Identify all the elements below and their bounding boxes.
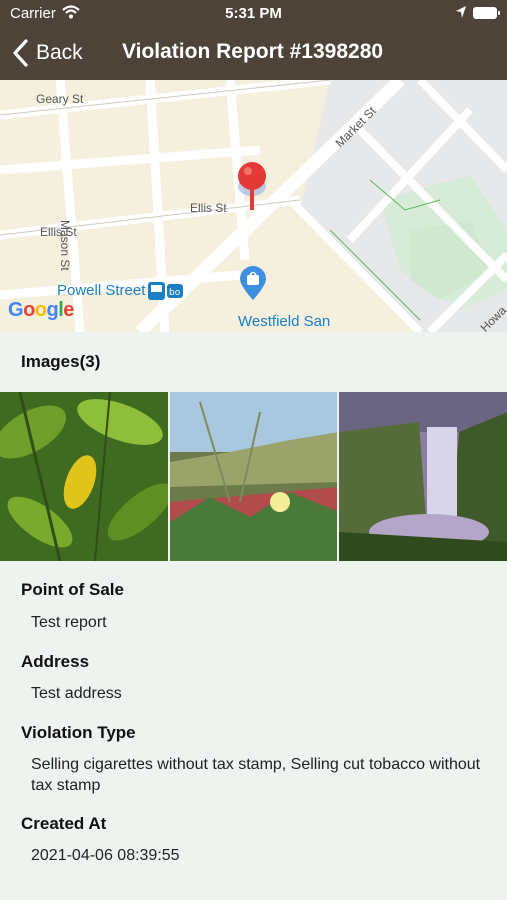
address-value: Test address — [31, 685, 122, 702]
address-label: Address — [21, 652, 90, 671]
poi-powell-street[interactable]: Powell Street — [57, 282, 145, 299]
image-gallery — [0, 392, 507, 561]
point-of-sale-value: Test report — [31, 614, 107, 631]
poi-westfield[interactable]: Westfield San — [238, 313, 330, 330]
image-thumbnail-flower[interactable] — [169, 392, 338, 561]
violation-type-value: Selling cigarettes without tax stamp, Se… — [31, 756, 481, 794]
point-of-sale-label: Point of Sale — [21, 580, 124, 599]
flower-photo — [169, 392, 338, 561]
created-at-value: 2021-04-06 08:39:55 — [31, 847, 180, 864]
waterfall-photo — [339, 392, 507, 561]
back-label: Back — [36, 41, 83, 64]
location-arrow-icon — [455, 5, 467, 23]
street-label-geary: Geary St — [36, 92, 84, 106]
google-logo: Google — [8, 299, 74, 321]
clock: 5:31 PM — [225, 5, 282, 22]
page-title: Violation Report #1398280 — [122, 40, 384, 63]
images-title: Images(3) — [21, 352, 101, 371]
street-label-mason: Mason St — [58, 220, 72, 271]
battery-icon — [473, 7, 500, 19]
status-bar: Carrier 5:31 PM — [0, 0, 507, 28]
svg-text:bo: bo — [169, 288, 181, 298]
created-at-label: Created At — [21, 814, 107, 833]
back-button[interactable]: Back — [10, 38, 83, 68]
image-thumbnail-leaves[interactable] — [0, 392, 168, 561]
navigation-bar: Back Violation Report #1398280 — [0, 28, 507, 80]
map-view[interactable]: Geary St Ellis St Ellis St Mason St Mark… — [0, 80, 507, 332]
street-label-ellis: Ellis St — [190, 201, 227, 215]
image-thumbnail-waterfall[interactable] — [339, 392, 507, 561]
violation-type-label: Violation Type — [21, 723, 136, 742]
leaves-photo — [0, 392, 168, 561]
chevron-left-icon — [13, 39, 28, 67]
